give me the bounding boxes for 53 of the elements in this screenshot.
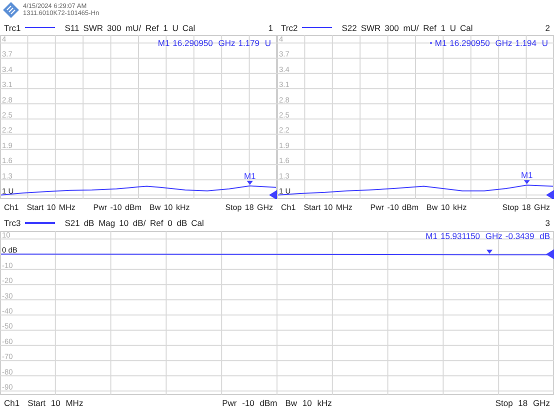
reference-marker-icon [546, 249, 554, 260]
marker-label: M1 [520, 170, 533, 180]
bandwidth-label: Bw 10 kHz [426, 202, 467, 212]
start-frequency: Start 10 MHz [26, 202, 76, 212]
channel-label: Ch1 [281, 202, 296, 212]
channel-label: Ch1 [4, 202, 19, 212]
marker-value: -0.3439 dB [505, 231, 550, 241]
stop-frequency: Stop 18 GHz [225, 202, 273, 212]
start-frequency: Start 10 MHz [28, 398, 84, 408]
bandwidth-label: Bw 10 kHz [150, 202, 190, 212]
trace-legend-line [302, 26, 332, 28]
measurement-label: S11 [64, 22, 80, 32]
reference-marker-icon [269, 190, 277, 199]
trace-legend-line [24, 222, 55, 224]
diagram-number: 2 [545, 22, 550, 32]
calibration-label: Cal [191, 218, 204, 228]
power-label: Pwr -10 dBm [222, 398, 278, 408]
bandwidth-label: Bw 10 kHz [285, 398, 332, 408]
marker-frequency: 15.931150 GHz [440, 231, 502, 241]
start-frequency: Start 10 MHz [304, 202, 352, 212]
channel-label: Ch1 [4, 398, 20, 408]
marker-icon [524, 180, 530, 184]
marker-value: 1.179 U [238, 38, 271, 48]
trace-name: Trc2 [281, 22, 298, 32]
calibration-label: Cal [182, 22, 196, 32]
marker-frequency: 16.290950 GHz [172, 38, 236, 48]
marker-name: M1 [426, 231, 438, 241]
measurement-label: S21 [64, 218, 80, 228]
power-label: Pwr -10 dBm [93, 202, 142, 212]
stop-frequency: Stop 18 GHz [495, 398, 550, 408]
format-label: SWR [360, 22, 381, 32]
trace-legend-line [24, 26, 55, 28]
diagram-number: 3 [545, 218, 550, 228]
calibration-label: Cal [460, 22, 473, 32]
measurement-label: S22 [342, 22, 357, 32]
marker-icon [486, 250, 493, 254]
reference-marker-icon [546, 190, 554, 199]
trace-name: Trc1 [4, 22, 21, 32]
scale-label: 10 dB/ Ref 0 dB [119, 218, 188, 228]
marker-name: M1 [158, 38, 170, 48]
trace-name: Trc3 [4, 218, 21, 228]
diagram-number: 1 [268, 22, 273, 32]
stop-frequency: Stop 18 GHz [502, 202, 550, 212]
marker-icon [246, 180, 253, 185]
power-label: Pwr -10 dBm [370, 202, 418, 212]
marker-name: M1 [434, 38, 447, 48]
format-label: SWR [83, 22, 104, 32]
marker-value: 1.194 U [515, 38, 548, 48]
marker-frequency: 16.290950 GHz [450, 38, 512, 48]
marker-label: M1 [244, 170, 256, 181]
scale-label: 300 mU/ Ref 1 U [107, 22, 178, 32]
format-label: dB Mag [84, 218, 116, 228]
scale-label: 300 mU/ Ref 1 U [384, 22, 456, 32]
